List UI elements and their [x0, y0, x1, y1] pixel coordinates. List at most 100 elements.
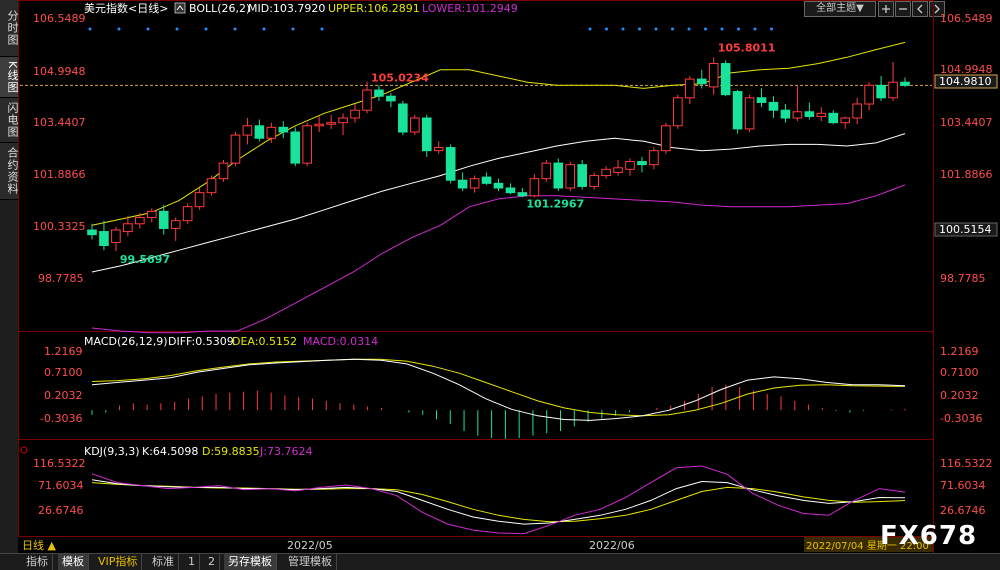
price-label-left-6: 98.7785	[38, 272, 84, 285]
candle-body	[577, 164, 587, 187]
candle-body	[445, 147, 456, 181]
candle-body	[433, 147, 444, 152]
candle-body	[565, 164, 576, 189]
candle-body	[99, 231, 109, 247]
boll-upper-label: UPPER:106.2891	[328, 2, 420, 15]
tab-indicator[interactable]: 指标	[22, 554, 53, 570]
candle-body	[756, 97, 767, 103]
price-label-left-1: 106.5489	[33, 12, 86, 25]
upper-dot-row	[88, 27, 773, 31]
boll-settings-icon[interactable]	[174, 2, 186, 14]
dot-marker	[291, 27, 295, 31]
candle-body	[290, 131, 301, 164]
candle-body	[804, 111, 815, 117]
candle-body	[625, 161, 635, 170]
dot-marker	[770, 27, 773, 31]
current-price-tag: 104.9810	[934, 74, 998, 89]
kdj-d-line	[91, 482, 906, 523]
candle-body	[457, 179, 468, 189]
kdj-label-left-2: 71.6034	[38, 479, 84, 492]
candle-body	[661, 125, 671, 152]
candle-body	[170, 220, 181, 229]
candle-body	[792, 111, 803, 119]
chart-canvas[interactable]: 美元指数<日线> BOLL(26,2) MID:103.7920 UPPER:1…	[0, 0, 1000, 553]
kdj-series	[91, 465, 906, 535]
kdj-k-label: K:64.5098	[142, 445, 198, 458]
candle-body	[613, 167, 623, 173]
svg-text:100.5154: 100.5154	[939, 223, 992, 236]
price-label-right-3: 103.4407	[940, 116, 993, 129]
candle-body	[529, 178, 540, 197]
candle-body	[732, 91, 743, 130]
candle-body	[398, 103, 408, 133]
macd-label-left-3: 0.2032	[44, 389, 83, 402]
candle-body	[876, 84, 886, 99]
macd-series	[91, 358, 906, 439]
candle-body	[589, 175, 599, 187]
candle-body	[541, 162, 552, 180]
dot-marker	[753, 27, 757, 31]
tab-layout-2[interactable]: 2	[204, 554, 220, 570]
candle-body	[194, 192, 205, 208]
price-label-left-4: 101.8866	[33, 168, 86, 181]
bottom-toolbar: 指标 模板 VIP指标 标准 1 2 另存模板 管理模板	[0, 553, 1000, 570]
candle-body	[206, 178, 217, 194]
candle-body	[649, 150, 659, 166]
candle-body	[864, 84, 874, 105]
dot-marker	[621, 27, 625, 31]
candle-body	[278, 126, 289, 133]
tab-save-template[interactable]: 另存模板	[224, 554, 277, 570]
svg-text:104.9810: 104.9810	[939, 75, 992, 88]
tab-standard[interactable]: 标准	[148, 554, 179, 570]
tab-layout-1[interactable]: 1	[184, 554, 200, 570]
candle-body	[314, 123, 324, 127]
kdj-label-right-2: 71.6034	[940, 479, 986, 492]
candle-body	[135, 217, 145, 225]
dot-marker	[175, 27, 179, 31]
candle-body	[469, 178, 480, 189]
annotation-low-2: 101.2967	[526, 197, 584, 210]
candle-body	[493, 182, 504, 189]
candle-body	[720, 63, 731, 96]
tab-vip-indicator[interactable]: VIP指标	[94, 554, 143, 570]
dot-marker	[737, 27, 740, 31]
x-axis-strip	[18, 537, 933, 553]
kdj-close-icon[interactable]	[20, 446, 28, 454]
period-label[interactable]: 日线 ▲	[22, 538, 56, 552]
tab-manage-template[interactable]: 管理模板	[284, 554, 337, 570]
dot-marker	[88, 27, 92, 31]
candle-body	[421, 117, 432, 152]
candle-body	[780, 109, 791, 119]
boll-mid-line	[91, 133, 906, 273]
macd-label-right-4: -0.3036	[940, 412, 982, 425]
macd-label-left-1: 1.2169	[44, 345, 83, 358]
annotation-high-2: 105.8011	[718, 41, 776, 54]
dot-marker	[671, 27, 674, 31]
macd-label-right-2: 0.7100	[940, 366, 979, 379]
candle-body	[696, 78, 707, 85]
dot-marker	[233, 27, 237, 31]
candle-body	[828, 112, 839, 124]
candle-body	[362, 89, 372, 111]
dot-marker	[720, 27, 724, 31]
candle-body	[326, 122, 336, 125]
dot-marker	[588, 27, 592, 31]
candle-body	[350, 109, 360, 119]
tab-template[interactable]: 模板	[58, 554, 89, 570]
price-label-left-5: 100.3325	[33, 220, 86, 233]
kdj-j-label: J:73.7624	[259, 445, 312, 458]
candle-body	[637, 161, 647, 166]
candle-body	[816, 112, 827, 117]
boll-mid-label: MID:103.7920	[248, 2, 325, 15]
lower-band-tag: 100.5154	[934, 222, 998, 237]
macd-dea-line	[91, 358, 906, 417]
dot-marker	[204, 27, 208, 31]
dot-marker	[117, 27, 121, 31]
dot-marker	[146, 27, 150, 31]
candle-body	[852, 103, 862, 119]
kdj-label-right-1: 116.5322	[940, 457, 993, 470]
macd-diff-label: DIFF:0.5309	[168, 335, 234, 348]
candle-body	[302, 125, 313, 164]
boll-lower-line	[91, 184, 906, 334]
candle-body	[386, 95, 396, 102]
